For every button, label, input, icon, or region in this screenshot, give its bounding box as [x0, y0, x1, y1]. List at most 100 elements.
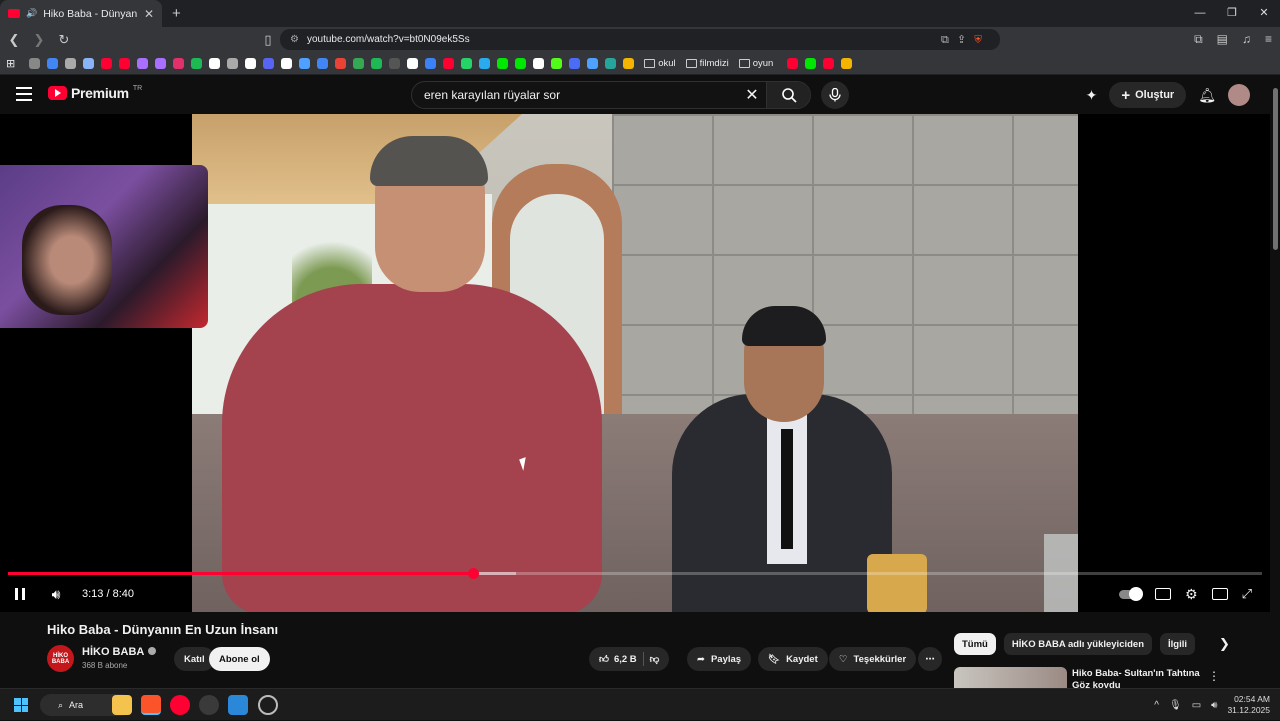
youtube-logo[interactable]: Premium TR: [48, 85, 142, 101]
bookmark-site-icon[interactable]: [83, 57, 95, 69]
settings-gear-icon[interactable]: ⚙: [1185, 586, 1198, 603]
share-button[interactable]: ➦ Paylaş: [687, 647, 752, 671]
dislike-button[interactable]: 👎︎: [650, 653, 660, 665]
bookmark-site-icon[interactable]: [623, 57, 635, 69]
bookmark-site-icon[interactable]: [299, 57, 311, 69]
bookmark-site-icon[interactable]: [479, 57, 491, 69]
browser-menu-icon[interactable]: ≡: [1265, 32, 1272, 47]
back-icon[interactable]: ❮: [3, 32, 25, 48]
save-button[interactable]: 🔖︎ Kaydet: [758, 647, 828, 671]
bookmark-site-icon[interactable]: [497, 57, 509, 69]
thanks-button[interactable]: ♡ Teşekkürler: [829, 647, 917, 671]
chip-related[interactable]: İlgili: [1160, 633, 1196, 655]
gemini-sparkle-icon[interactable]: ✦: [1086, 87, 1098, 104]
bookmark-site-icon[interactable]: [389, 57, 401, 69]
address-bar[interactable]: ⚙ youtube.com/watch?v=bt0N09ek5Ss ⧉⇪⛨: [280, 29, 1000, 50]
bookmark-site-icon[interactable]: [245, 57, 257, 69]
bookmark-site-icon[interactable]: [335, 57, 347, 69]
chip-from-uploader[interactable]: HİKO BABA adlı yükleyiciden: [1003, 633, 1153, 655]
notifications-bell-icon[interactable]: 🔔︎: [1198, 87, 1216, 104]
channel-avatar[interactable]: HİKO BABA: [47, 645, 74, 672]
bookmark-site-icon[interactable]: [587, 57, 599, 69]
bookmark-site-icon[interactable]: [841, 57, 853, 69]
bookmark-site-icon[interactable]: [173, 57, 185, 69]
brave-browser-icon[interactable]: [141, 695, 161, 715]
tray-chevron-up-icon[interactable]: ^: [1154, 700, 1159, 711]
bookmark-site-icon[interactable]: [101, 57, 113, 69]
reload-icon[interactable]: ↻: [53, 32, 75, 48]
network-icon[interactable]: ▭: [1192, 700, 1201, 711]
bookmark-site-icon[interactable]: [191, 57, 203, 69]
file-explorer-icon[interactable]: [112, 695, 132, 715]
voice-search-button[interactable]: [821, 81, 849, 109]
subscribe-button[interactable]: Abone ol: [209, 647, 270, 671]
bookmark-site-icon[interactable]: [155, 57, 167, 69]
fullscreen-icon[interactable]: ⤢: [1242, 586, 1252, 602]
bookmark-site-icon[interactable]: [515, 57, 527, 69]
bookmark-site-icon[interactable]: [443, 57, 455, 69]
search-button[interactable]: [766, 82, 810, 108]
bookmark-site-icon[interactable]: [605, 57, 617, 69]
recommended-thumbnail[interactable]: [954, 667, 1067, 689]
browser-tab[interactable]: 🔊 Hiko Baba - Dünyanın En Uzun ✕: [0, 0, 162, 27]
bookmark-site-icon[interactable]: [353, 57, 365, 69]
volume-icon[interactable]: 🔊︎: [40, 578, 72, 610]
bookmark-site-icon[interactable]: [263, 57, 275, 69]
brave-shield-icon[interactable]: ⛨: [974, 34, 990, 46]
bookmark-site-icon[interactable]: [823, 57, 835, 69]
more-actions-button[interactable]: ⋯: [918, 647, 942, 671]
bookmark-site-icon[interactable]: [569, 57, 581, 69]
bookmark-site-icon[interactable]: [227, 57, 239, 69]
video-player[interactable]: 🔊︎ 3:13 / 8:40 ⚙ ⤢: [0, 114, 1270, 612]
like-button[interactable]: 👍︎ 6,2 B: [599, 653, 637, 666]
bookmark-site-icon[interactable]: [461, 57, 473, 69]
photos-icon[interactable]: [228, 695, 248, 715]
bookmark-site-icon[interactable]: [805, 57, 817, 69]
bookmark-folder-filmdizi[interactable]: filmdizi: [685, 58, 729, 69]
bookmark-site-icon[interactable]: [407, 57, 419, 69]
windows-start-icon[interactable]: [14, 698, 28, 712]
create-button[interactable]: + Oluştur: [1109, 82, 1187, 108]
video-frame[interactable]: [192, 114, 1078, 612]
miniplayer-icon[interactable]: [1211, 588, 1228, 600]
youtube-app-icon[interactable]: [170, 695, 190, 715]
bookmark-site-icon[interactable]: [551, 57, 563, 69]
bookmark-site-icon[interactable]: [317, 57, 329, 69]
forward-icon[interactable]: ❯: [28, 32, 50, 48]
bookmark-icon[interactable]: ▯: [257, 32, 279, 48]
sidebar-toggle-icon[interactable]: ▤: [1217, 32, 1228, 47]
restore-icon[interactable]: ❐: [1216, 0, 1248, 27]
extensions-icon[interactable]: ⧉: [1194, 32, 1203, 47]
minimize-icon[interactable]: —: [1184, 0, 1216, 27]
channel-name-text[interactable]: HİKO BABA: [82, 646, 144, 658]
speaker-icon[interactable]: 🔊: [26, 8, 37, 19]
media-icon[interactable]: ♫: [1242, 32, 1251, 47]
bookmark-site-icon[interactable]: [119, 57, 131, 69]
github-icon[interactable]: [258, 695, 278, 715]
account-avatar[interactable]: [1228, 84, 1250, 106]
obs-icon[interactable]: [199, 695, 219, 715]
bookmark-site-icon[interactable]: [47, 57, 59, 69]
bookmark-site-icon[interactable]: [533, 57, 545, 69]
bookmark-site-icon[interactable]: [137, 57, 149, 69]
share-icon[interactable]: ⇪: [957, 34, 974, 46]
pause-button[interactable]: [0, 578, 40, 610]
search-input[interactable]: eren karayılan rüyalar sor: [424, 88, 738, 102]
search-box[interactable]: eren karayılan rüyalar sor ✕: [411, 81, 811, 109]
close-window-icon[interactable]: ✕: [1248, 0, 1280, 27]
channel-name[interactable]: HİKO BABA: [82, 646, 157, 658]
bookmark-site-icon[interactable]: [425, 57, 437, 69]
bookmark-site-icon[interactable]: [29, 57, 41, 69]
bookmark-site-icon[interactable]: [787, 57, 799, 69]
url-text[interactable]: youtube.com/watch?v=bt0N09ek5Ss: [307, 34, 933, 45]
chevron-right-icon[interactable]: ❯: [1219, 636, 1230, 652]
bookmark-site-icon[interactable]: [281, 57, 293, 69]
recommended-video[interactable]: Hiko Baba- Sultan'ın Tahtına Göz koydu ⋮: [954, 667, 1264, 691]
clock[interactable]: 02:54 AM 31.12.2025: [1227, 694, 1270, 716]
progress-bar[interactable]: [8, 568, 1262, 579]
bookmark-site-icon[interactable]: [65, 57, 77, 69]
hamburger-menu-icon[interactable]: [16, 87, 32, 101]
autoplay-toggle[interactable]: [1119, 586, 1144, 601]
open-external-icon[interactable]: ⧉: [941, 34, 957, 46]
bookmark-site-icon[interactable]: [209, 57, 221, 69]
